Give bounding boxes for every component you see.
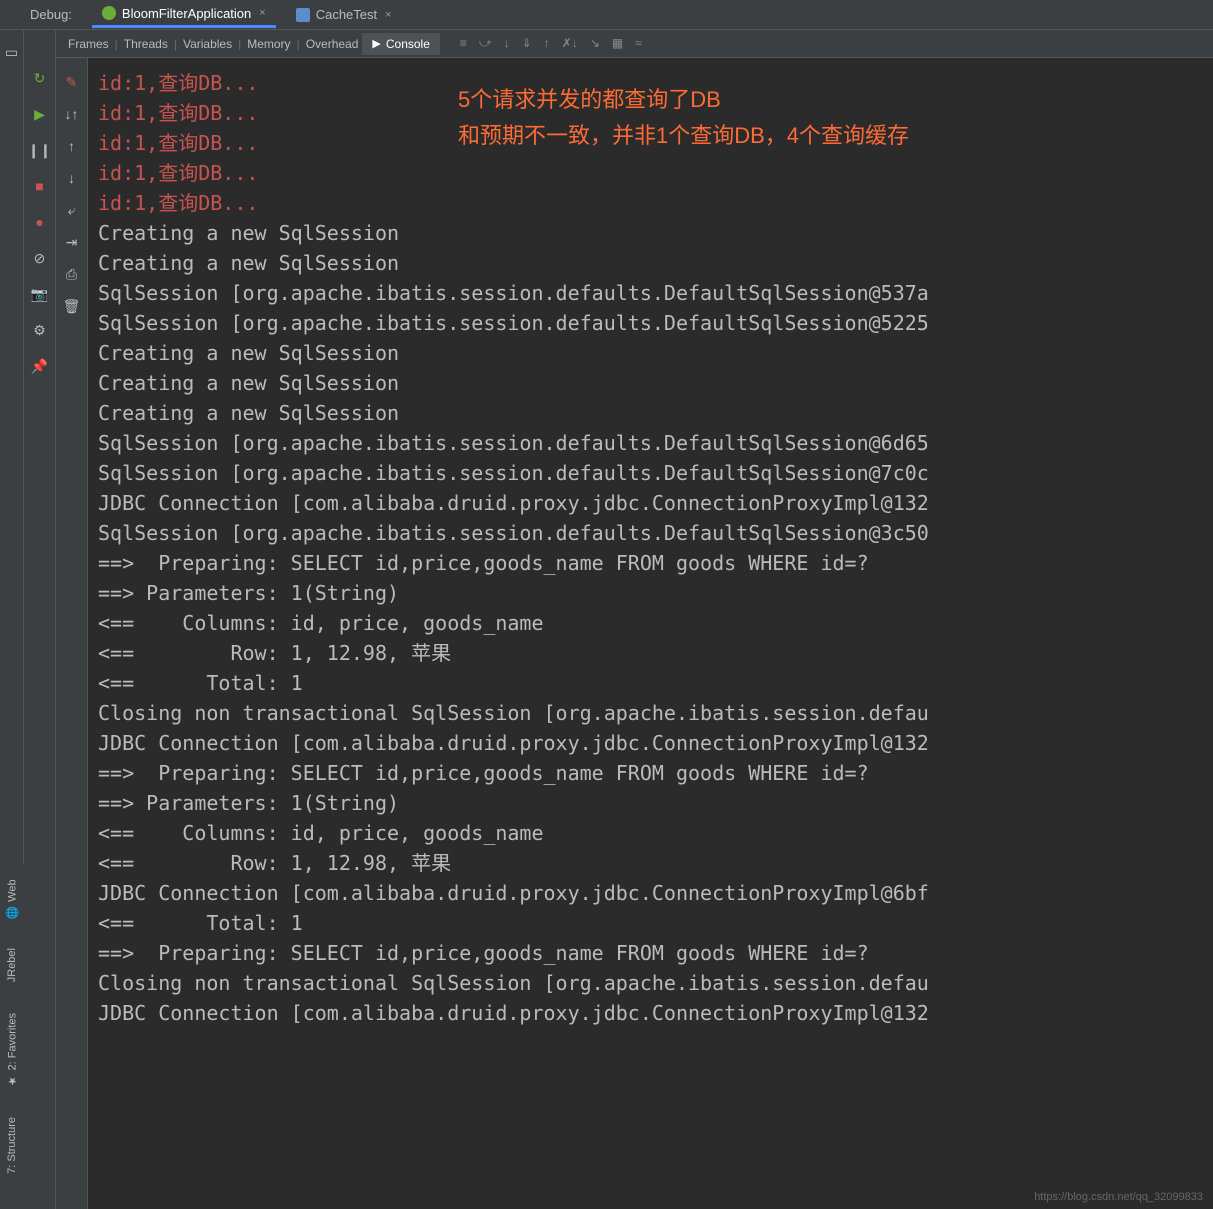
pin-icon[interactable]: 📌 <box>30 356 50 376</box>
console-line: Creating a new SqlSession <box>98 368 1203 398</box>
rerun-icon[interactable]: ↻ <box>30 68 50 88</box>
console-line: SqlSession [org.apache.ibatis.session.de… <box>98 278 1203 308</box>
console-icon: ▶ <box>372 37 380 50</box>
console-line: id:1,查询DB... <box>98 158 1203 188</box>
console-toolbar: ✎ ↓↑ ↑ ↓ ⤶ ⇥ ⎙ 🗑 <box>56 58 88 1209</box>
annotation-text: 5个请求并发的都查询了DB 和预期不一致，并非1个查询DB，4个查询缓存 <box>458 82 909 154</box>
console-line: ==> Preparing: SELECT id,price,goods_nam… <box>98 938 1203 968</box>
close-icon[interactable]: × <box>259 7 265 19</box>
tab-label: CacheTest <box>316 7 377 22</box>
resume-icon[interactable]: ▶ <box>30 104 50 124</box>
scroll-end-icon[interactable]: ⇥ <box>62 232 82 252</box>
down-icon[interactable]: ↓ <box>62 168 82 188</box>
console-line: JDBC Connection [com.alibaba.druid.proxy… <box>98 728 1203 758</box>
side-jrebel[interactable]: JRebel <box>6 948 18 982</box>
console-line: <== Row: 1, 12.98, 苹果 <box>98 638 1203 668</box>
console-line: Creating a new SqlSession <box>98 218 1203 248</box>
soft-wrap-icon[interactable]: ⤶ <box>62 200 82 220</box>
tab-threads[interactable]: Threads <box>120 37 172 51</box>
run-config-icon <box>102 6 116 20</box>
trace-icon[interactable]: ≈ <box>635 36 642 51</box>
console-line: Creating a new SqlSession <box>98 248 1203 278</box>
test-config-icon <box>296 8 310 22</box>
annotation-line2: 和预期不一致，并非1个查询DB，4个查询缓存 <box>458 118 909 154</box>
console-line: ==> Preparing: SELECT id,price,goods_nam… <box>98 758 1203 788</box>
console-line: <== Row: 1, 12.98, 苹果 <box>98 848 1203 878</box>
trash-icon[interactable]: 🗑 <box>62 296 82 316</box>
watermark: https://blog.csdn.net/qq_32099833 <box>1034 1191 1203 1203</box>
tab-overhead[interactable]: Overhead <box>302 37 363 51</box>
evaluate-icon[interactable]: ▦ <box>612 36 623 51</box>
console-line: ==> Parameters: 1(String) <box>98 578 1203 608</box>
tab-frames[interactable]: Frames <box>64 37 113 51</box>
console-line: <== Total: 1 <box>98 908 1203 938</box>
run-to-cursor-icon[interactable]: ↘ <box>590 36 600 51</box>
scroll-icon[interactable]: ↓↑ <box>62 104 82 124</box>
console-line: ==> Parameters: 1(String) <box>98 788 1203 818</box>
console-line: id:1,查询DB... <box>98 188 1203 218</box>
console-line: ==> Preparing: SELECT id,price,goods_nam… <box>98 548 1203 578</box>
tab-label: BloomFilterApplication <box>122 6 251 21</box>
debug-label: Debug: <box>30 7 72 22</box>
project-icon[interactable]: ▭ <box>2 42 22 62</box>
console-line: SqlSession [org.apache.ibatis.session.de… <box>98 458 1203 488</box>
debug-subtabs: Frames | Threads | Variables | Memory | … <box>56 30 1213 58</box>
console-line: JDBC Connection [com.alibaba.druid.proxy… <box>98 878 1203 908</box>
tab-bloomfilter[interactable]: BloomFilterApplication × <box>92 2 276 28</box>
camera-icon[interactable]: 📷 <box>30 284 50 304</box>
console-line: <== Total: 1 <box>98 668 1203 698</box>
step-into-icon[interactable]: ↓ <box>504 36 510 51</box>
tab-variables[interactable]: Variables <box>179 37 236 51</box>
print-icon[interactable]: ⎙ <box>62 264 82 284</box>
clear-icon[interactable]: ✎ <box>62 72 82 92</box>
stop-icon[interactable]: ■ <box>30 176 50 196</box>
console-line: Closing non transactional SqlSession [or… <box>98 968 1203 998</box>
console-line: SqlSession [org.apache.ibatis.session.de… <box>98 428 1203 458</box>
up-icon[interactable]: ↑ <box>62 136 82 156</box>
console-label: Console <box>386 37 430 51</box>
tab-console[interactable]: ▶ Console <box>362 33 440 55</box>
console-line: Closing non transactional SqlSession [or… <box>98 698 1203 728</box>
console-line: JDBC Connection [com.alibaba.druid.proxy… <box>98 488 1203 518</box>
console-output[interactable]: 5个请求并发的都查询了DB 和预期不一致，并非1个查询DB，4个查询缓存 id:… <box>88 58 1213 1209</box>
show-exec-icon[interactable]: ≡ <box>460 36 467 51</box>
side-tool-labels: 7: Structure ★ 2: Favorites JRebel 🌐 Web <box>0 864 24 1209</box>
console-line: Creating a new SqlSession <box>98 398 1203 428</box>
debug-tabs-bar: Debug: BloomFilterApplication × CacheTes… <box>0 0 1213 30</box>
gear-icon[interactable]: ⚙ <box>30 320 50 340</box>
step-toolbar: ≡ ⤻ ↓ ⇓ ↑ ✗↓ ↘ ▦ ≈ <box>460 36 642 51</box>
force-step-into-icon[interactable]: ⇓ <box>522 36 532 51</box>
side-structure[interactable]: 7: Structure <box>6 1117 18 1174</box>
debug-toolbar: ↻ ▶ ❙❙ ■ ● ⊘ 📷 ⚙ 📌 <box>24 30 56 1209</box>
console-line: JDBC Connection [com.alibaba.druid.proxy… <box>98 998 1203 1028</box>
tab-memory[interactable]: Memory <box>243 37 294 51</box>
annotation-line1: 5个请求并发的都查询了DB <box>458 82 909 118</box>
console-line: <== Columns: id, price, goods_name <box>98 818 1203 848</box>
drop-frame-icon[interactable]: ✗↓ <box>562 36 578 51</box>
console-line: Creating a new SqlSession <box>98 338 1203 368</box>
mute-breakpoints-icon[interactable]: ⊘ <box>30 248 50 268</box>
console-line: SqlSession [org.apache.ibatis.session.de… <box>98 518 1203 548</box>
pause-icon[interactable]: ❙❙ <box>30 140 50 160</box>
close-icon[interactable]: × <box>385 9 391 21</box>
step-out-icon[interactable]: ↑ <box>544 36 550 51</box>
breakpoints-icon[interactable]: ● <box>30 212 50 232</box>
side-web[interactable]: 🌐 Web <box>6 879 19 919</box>
console-line: <== Columns: id, price, goods_name <box>98 608 1203 638</box>
side-favorites[interactable]: ★ 2: Favorites <box>6 1013 19 1087</box>
step-over-icon[interactable]: ⤻ <box>479 36 492 51</box>
tab-cachetest[interactable]: CacheTest × <box>286 3 402 26</box>
console-line: SqlSession [org.apache.ibatis.session.de… <box>98 308 1203 338</box>
